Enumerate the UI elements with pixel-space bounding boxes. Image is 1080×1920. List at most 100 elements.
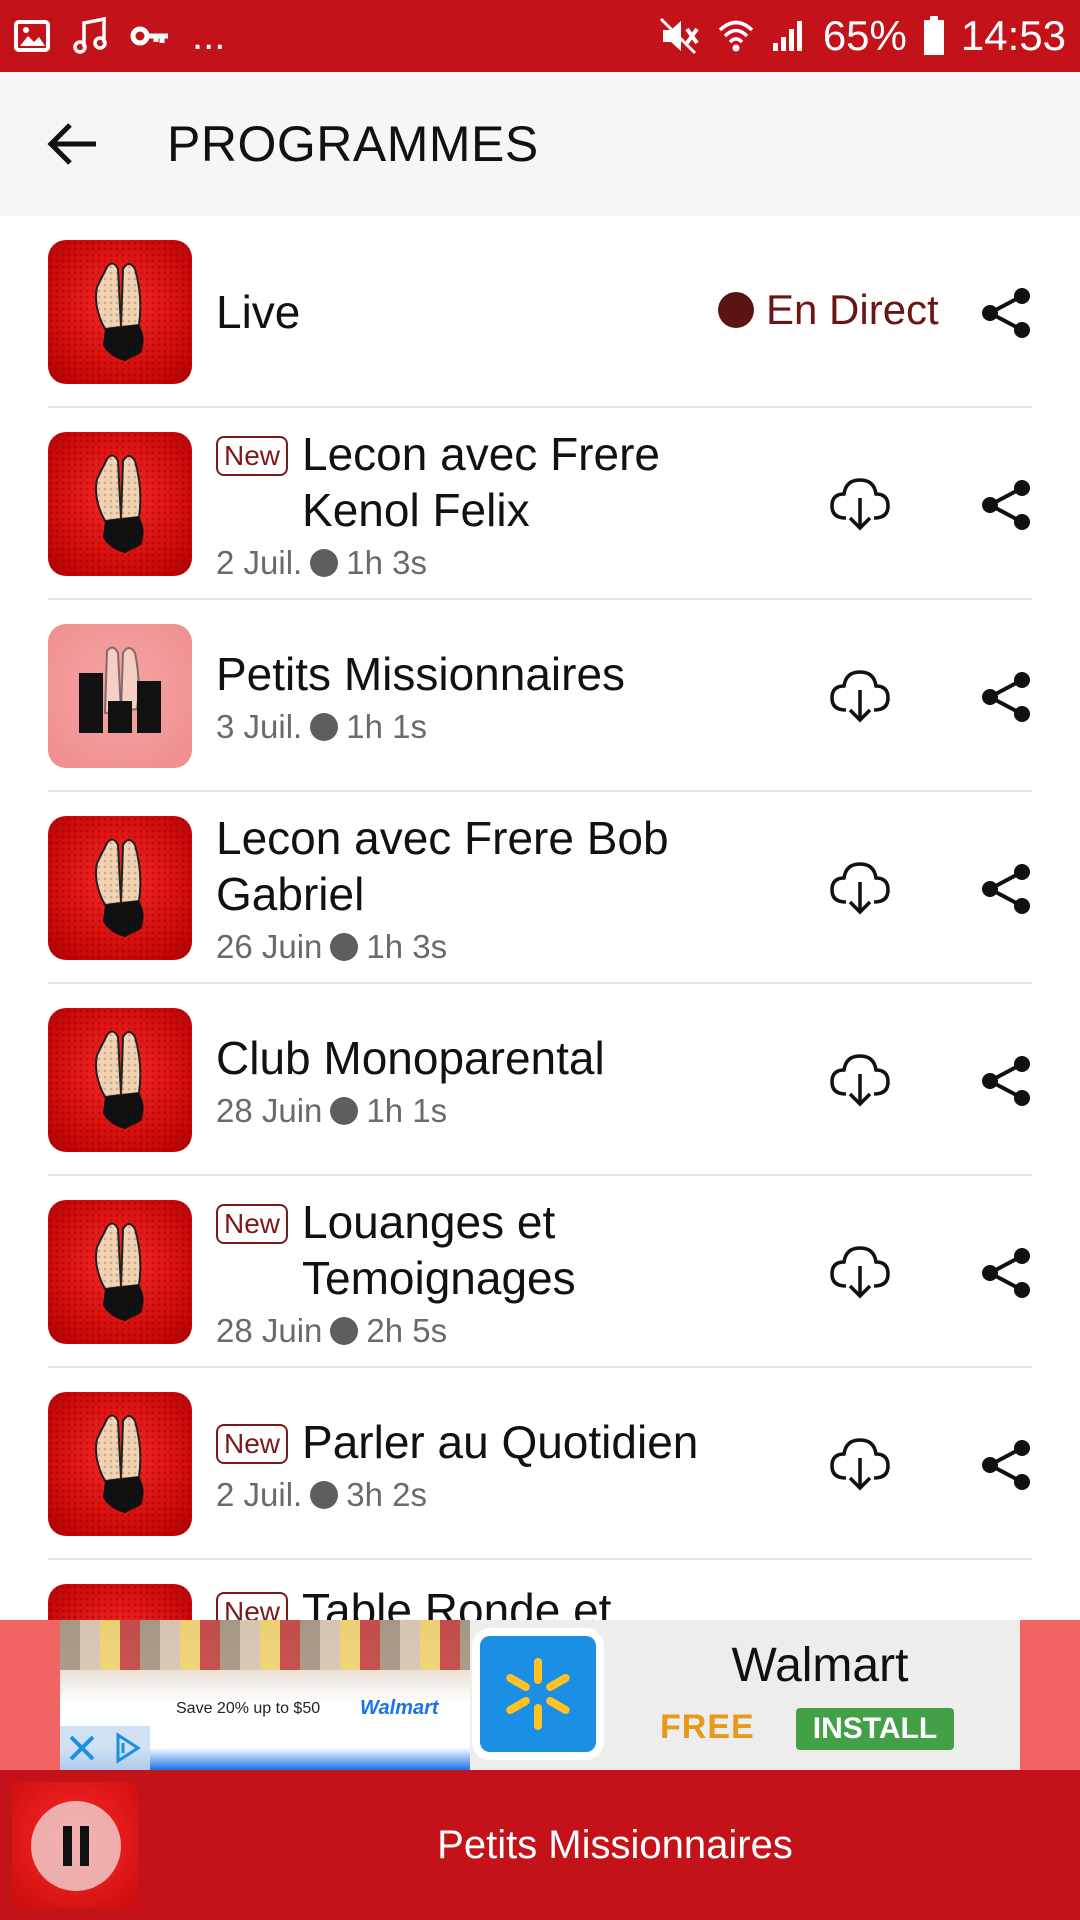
download-button[interactable] [828,474,892,534]
separator-dot-icon [310,713,339,741]
new-badge: New [216,436,289,476]
program-info: New Table Ronde et [216,1560,776,1620]
share-icon [982,1056,1030,1106]
cloud-download-icon [830,670,890,723]
page-title: PROGRAMMES [167,116,539,172]
program-date: 28 Juin [216,1092,323,1129]
program-info: Club Monoparental 28 Juin 1h 1s [216,984,776,1176]
program-info: New Lecon avec Frere Kenol Felix 2 Juil.… [216,408,776,600]
mute-icon [659,17,701,55]
program-title: Parler au Quotidien [302,1416,699,1468]
app-bar: PROGRAMMES [0,72,1080,216]
ad-content[interactable]: Save 20% up to $50 Walmart Walmart FREE … [60,1620,1020,1770]
music-icon [72,17,108,55]
pause-button[interactable] [31,1801,121,1891]
program-row[interactable]: New Parler au Quotidien 2 Juil. 3h 2s [48,1368,1032,1560]
share-button[interactable] [978,862,1034,916]
program-meta: 28 Juin 1h 1s [216,1092,776,1130]
battery-icon [923,16,945,56]
download-button[interactable] [828,1242,892,1302]
wifi-icon [717,17,755,55]
share-icon [982,672,1030,722]
key-icon [130,23,170,49]
status-bar: ... 65% 14:53 [0,0,1080,72]
ad-free-label: FREE [660,1708,755,1746]
program-meta: 2 Juil. 3h 2s [216,1476,776,1514]
program-row[interactable]: New Louanges et Temoignages 28 Juin 2h 5… [48,1176,1032,1368]
equalizer-icon [79,646,161,733]
share-button[interactable] [978,1438,1034,1492]
program-title: Lecon avec Frere Kenol Felix [302,428,660,536]
program-row[interactable]: Club Monoparental 28 Juin 1h 1s [48,984,1032,1176]
share-button[interactable] [978,286,1034,340]
program-meta: 3 Juil. 1h 1s [216,708,776,746]
share-button[interactable] [978,1054,1034,1108]
program-meta: 28 Juin 2h 5s [216,1312,776,1350]
program-list[interactable]: Live En Direct New Lecon avec Frere Keno… [0,216,1080,1620]
new-badge: New [216,1592,289,1620]
cloud-download-icon [830,478,890,531]
program-date: 26 Juin [216,928,323,965]
program-duration: 2h 5s [366,1312,448,1349]
share-button[interactable] [978,478,1034,532]
separator-dot-icon [330,1317,359,1345]
download-button[interactable] [828,858,892,918]
download-button[interactable] [828,1050,892,1110]
program-title: Petits Missionnaires [216,648,626,700]
program-date: 28 Juin [216,1312,323,1349]
image-icon [14,20,50,52]
cloud-download-icon [830,862,890,915]
program-thumbnail [48,1008,192,1152]
back-button[interactable] [27,99,117,189]
program-duration: 1h 1s [346,708,427,745]
live-dot-icon [718,292,754,328]
share-icon [982,1248,1030,1298]
program-info: Lecon avec Frere Bob Gabriel 26 Juin 1h … [216,792,776,984]
share-button[interactable] [978,1246,1034,1300]
program-info: New Parler au Quotidien 2 Juil. 3h 2s [216,1368,776,1560]
walmart-logo-icon [480,1636,596,1752]
cloud-download-icon [830,1246,890,1299]
download-button[interactable] [828,666,892,726]
adchoices-icon [116,1732,141,1764]
program-title: Club Monoparental [216,1032,605,1084]
share-button[interactable] [978,670,1034,724]
cloud-download-icon [830,1054,890,1107]
share-icon [982,864,1030,914]
close-icon [69,1735,94,1761]
program-meta: 26 Juin 1h 3s [216,928,776,966]
install-button[interactable]: INSTALL [796,1708,954,1750]
ad-brand: Walmart [731,1639,909,1692]
program-row-live[interactable]: Live En Direct [48,216,1032,408]
new-badge: New [216,1424,289,1464]
program-thumbnail [48,1200,192,1344]
program-meta: 2 Juil. 1h 3s [216,544,776,582]
program-thumbnail [48,240,192,384]
separator-dot-icon [310,549,339,577]
program-title: Live [216,286,301,338]
program-title: Table Ronde et [302,1584,612,1620]
program-info: Petits Missionnaires 3 Juil. 1h 1s [216,600,776,792]
signal-icon [771,19,807,53]
program-thumbnail [48,816,192,960]
battery-percent: 65% [822,12,907,59]
share-icon [982,480,1030,530]
ad-close-button[interactable] [60,1726,150,1770]
program-title: Lecon avec Frere Bob Gabriel [216,812,669,920]
player-bar[interactable]: Petits Missionnaires [0,1770,1080,1920]
program-thumbnail [48,1584,192,1620]
program-row[interactable]: Lecon avec Frere Bob Gabriel 26 Juin 1h … [48,792,1032,984]
program-row[interactable]: New Table Ronde et [48,1560,1032,1620]
program-row[interactable]: New Lecon avec Frere Kenol Felix 2 Juil.… [48,408,1032,600]
download-button[interactable] [828,1434,892,1494]
notification-icons: ... [14,16,225,56]
cloud-download-icon [830,1438,890,1491]
pause-icon [63,1826,89,1866]
ad-banner[interactable]: Save 20% up to $50 Walmart Walmart FREE … [0,1620,1080,1770]
program-row[interactable]: Petits Missionnaires 3 Juil. 1h 1s [48,600,1032,792]
separator-dot-icon [310,1481,339,1509]
program-duration: 1h 3s [346,544,427,581]
separator-dot-icon [330,1097,359,1125]
program-thumbnail [48,624,192,768]
live-label: En Direct [766,286,939,333]
